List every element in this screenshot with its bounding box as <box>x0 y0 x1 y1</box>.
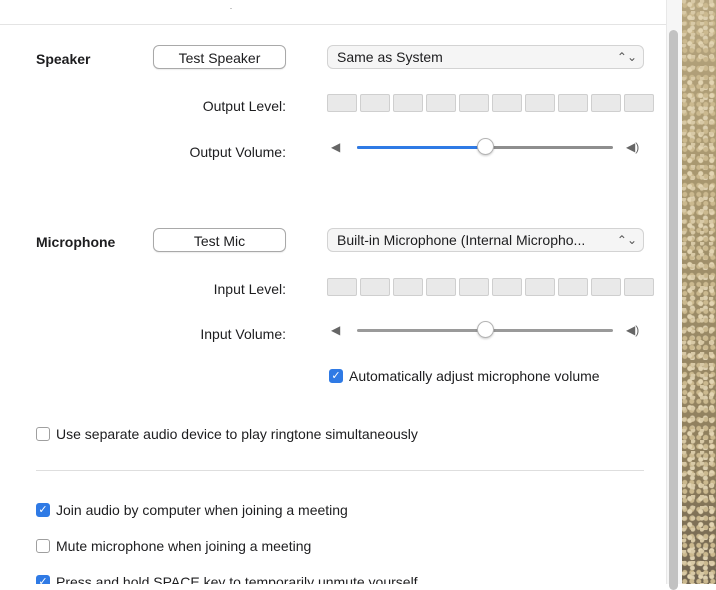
meter-segment <box>426 278 456 296</box>
microphone-device-value: Built-in Microphone (Internal Micropho..… <box>337 232 586 248</box>
input-volume-label: Input Volume: <box>200 326 286 342</box>
separate-ringtone-label: Use separate audio device to play ringto… <box>56 426 418 442</box>
auto-adjust-mic-checkbox[interactable]: ✓ <box>329 369 343 383</box>
output-level-label: Output Level: <box>202 98 286 114</box>
join-by-computer-option[interactable]: ✓ Join audio by computer when joining a … <box>36 501 348 519</box>
section-divider <box>36 470 644 471</box>
chevron-up-down-icon: ⌃⌄ <box>616 50 637 64</box>
meter-segment <box>459 94 489 112</box>
input-level-meter <box>327 278 654 296</box>
press-space-unmute-label: Press and hold SPACE key to temporarily … <box>56 574 418 584</box>
speaker-low-icon: ◀︎ <box>331 140 341 154</box>
test-mic-button[interactable]: Test Mic <box>153 228 286 252</box>
meter-segment <box>558 94 588 112</box>
press-space-unmute-option[interactable]: ✓ Press and hold SPACE key to temporaril… <box>36 573 418 584</box>
speaker-high-icon: ◀︎) <box>626 140 640 154</box>
meter-segment <box>327 94 357 112</box>
mute-on-join-label: Mute microphone when joining a meeting <box>56 538 312 554</box>
press-space-unmute-checkbox[interactable]: ✓ <box>36 575 50 584</box>
output-level-meter <box>327 94 654 112</box>
output-volume-label: Output Volume: <box>189 144 286 160</box>
chevron-up-down-icon: ⌃⌄ <box>616 233 637 247</box>
top-divider <box>0 24 666 25</box>
auto-adjust-mic-label: Automatically adjust microphone volume <box>349 368 600 384</box>
microphone-section-title: Microphone <box>36 234 116 250</box>
slider-fill <box>357 146 485 149</box>
top-mark <box>230 8 232 9</box>
separate-ringtone-option[interactable]: Use separate audio device to play ringto… <box>36 425 418 443</box>
speaker-section-title: Speaker <box>36 51 91 67</box>
meter-segment <box>459 278 489 296</box>
meter-segment <box>492 278 522 296</box>
speaker-high-icon: ◀︎) <box>626 323 640 337</box>
input-level-label: Input Level: <box>213 281 286 297</box>
meter-segment <box>591 94 621 112</box>
slider-knob[interactable] <box>477 321 494 338</box>
meter-segment <box>525 278 555 296</box>
meter-segment <box>624 94 654 112</box>
test-speaker-button[interactable]: Test Speaker <box>153 45 286 69</box>
meter-segment <box>492 94 522 112</box>
separate-ringtone-checkbox[interactable] <box>36 427 50 441</box>
mute-on-join-checkbox[interactable] <box>36 539 50 553</box>
meter-segment <box>525 94 555 112</box>
join-by-computer-checkbox[interactable]: ✓ <box>36 503 50 517</box>
join-by-computer-label: Join audio by computer when joining a me… <box>56 502 348 518</box>
speaker-device-value: Same as System <box>337 49 443 65</box>
microphone-device-select[interactable]: Built-in Microphone (Internal Micropho..… <box>327 228 644 252</box>
meter-segment <box>426 94 456 112</box>
meter-segment <box>360 94 390 112</box>
audio-settings-panel: Speaker Test Speaker Same as System ⌃⌄ O… <box>0 0 666 584</box>
slider-knob[interactable] <box>477 138 494 155</box>
auto-adjust-mic-option[interactable]: ✓ Automatically adjust microphone volume <box>329 367 600 385</box>
speaker-low-icon: ◀︎ <box>331 323 341 337</box>
output-volume-slider[interactable]: ◀︎ ◀︎) <box>331 137 644 157</box>
meter-segment <box>393 278 423 296</box>
meter-segment <box>393 94 423 112</box>
meter-segment <box>591 278 621 296</box>
meter-segment <box>360 278 390 296</box>
scrollbar-thumb[interactable] <box>669 30 678 590</box>
meter-segment <box>327 278 357 296</box>
speaker-device-select[interactable]: Same as System ⌃⌄ <box>327 45 644 69</box>
input-volume-slider[interactable]: ◀︎ ◀︎) <box>331 320 644 340</box>
meter-segment <box>624 278 654 296</box>
mute-on-join-option[interactable]: Mute microphone when joining a meeting <box>36 537 311 555</box>
desktop-background <box>682 0 716 584</box>
meter-segment <box>558 278 588 296</box>
